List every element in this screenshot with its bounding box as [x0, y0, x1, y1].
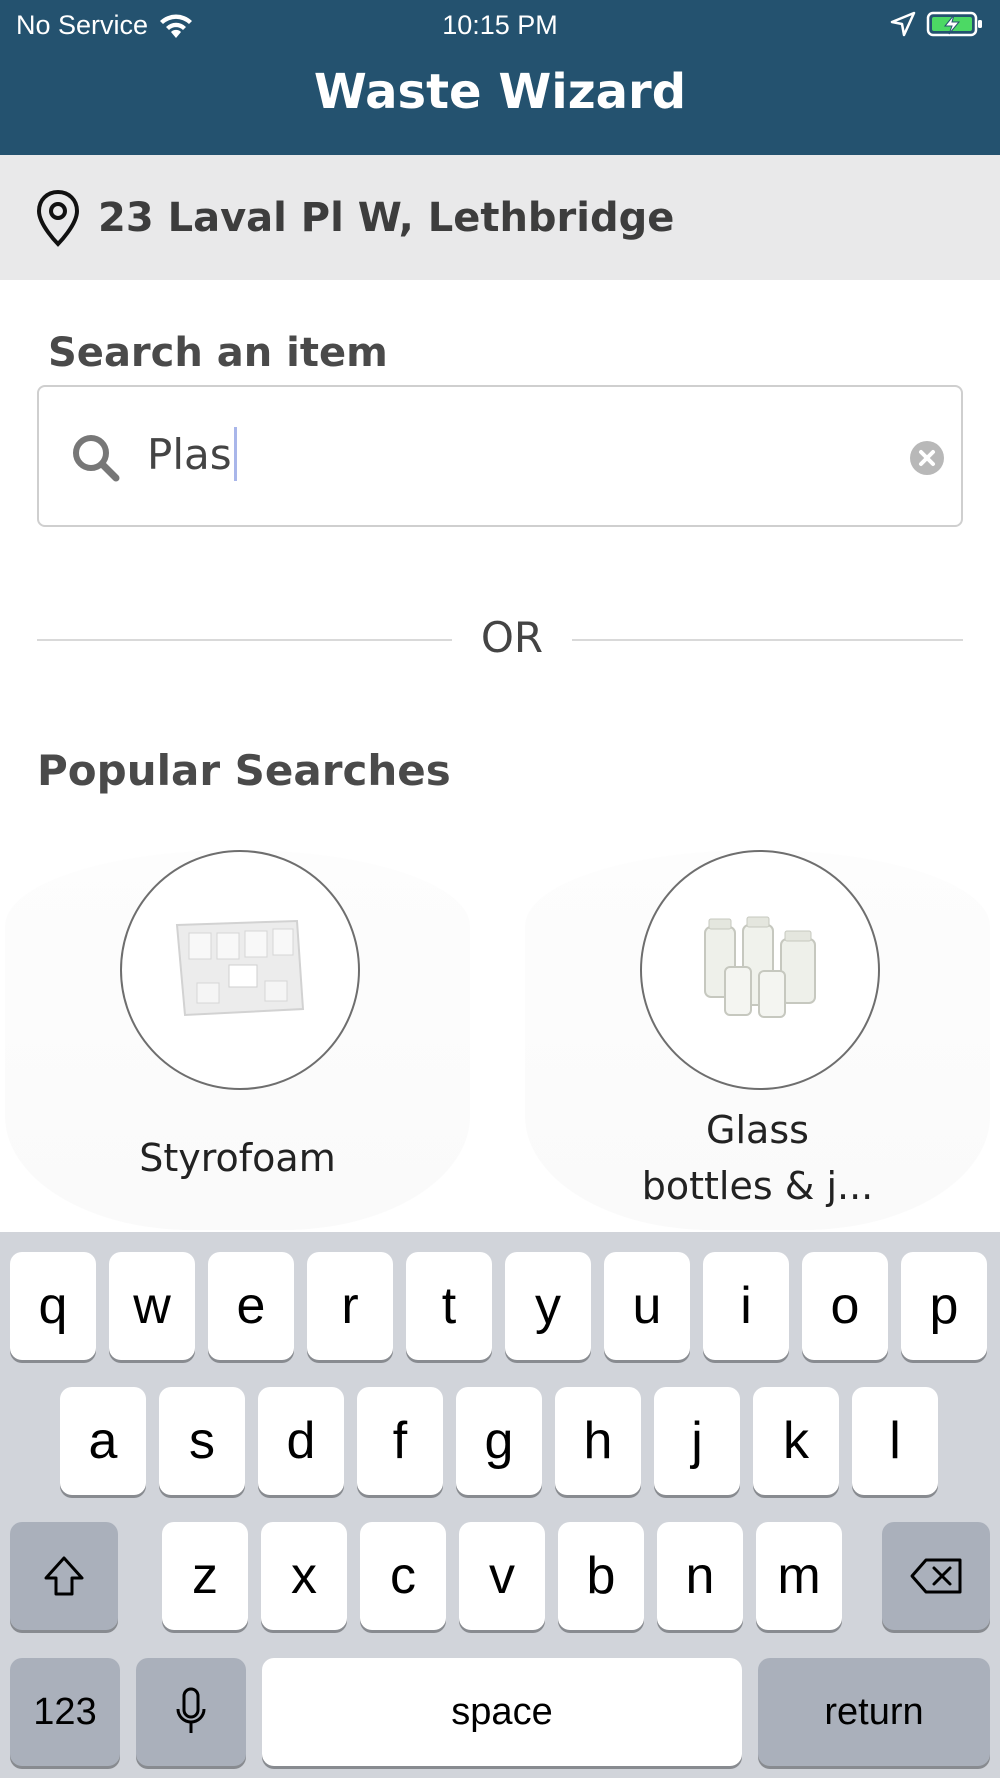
- location-bar[interactable]: 23 Laval Pl W, Lethbridge: [0, 155, 1000, 280]
- key-y[interactable]: y: [505, 1252, 591, 1360]
- return-key[interactable]: return: [758, 1658, 990, 1766]
- key-t[interactable]: t: [406, 1252, 492, 1360]
- popular-item-label-line2: bottles & j...: [641, 1164, 874, 1208]
- shift-key[interactable]: [10, 1522, 118, 1630]
- divider-line-right: [572, 639, 963, 641]
- key-l[interactable]: l: [852, 1387, 938, 1495]
- status-time: 10:15 PM: [442, 10, 558, 40]
- space-key[interactable]: space: [262, 1658, 742, 1766]
- key-q[interactable]: q: [10, 1252, 96, 1360]
- key-r[interactable]: r: [307, 1252, 393, 1360]
- keyboard: qwertyuiop asdfghjkl zxcvbnm 123 space r…: [0, 1232, 1000, 1778]
- key-s[interactable]: s: [159, 1387, 245, 1495]
- backspace-icon: [910, 1558, 962, 1594]
- key-e[interactable]: e: [208, 1252, 294, 1360]
- glass-jars-icon: [687, 897, 833, 1043]
- search-icon: [73, 435, 120, 482]
- key-d[interactable]: d: [258, 1387, 344, 1495]
- map-pin-icon: [36, 189, 80, 247]
- key-o[interactable]: o: [802, 1252, 888, 1360]
- styrofoam-icon: [167, 897, 313, 1043]
- key-v[interactable]: v: [459, 1522, 545, 1630]
- key-w[interactable]: w: [109, 1252, 195, 1360]
- key-j[interactable]: j: [654, 1387, 740, 1495]
- popular-item-image-circle: [640, 850, 880, 1090]
- key-z[interactable]: z: [162, 1522, 248, 1630]
- search-text: Plas: [147, 429, 232, 479]
- key-x[interactable]: x: [261, 1522, 347, 1630]
- search-label: Search an item: [48, 330, 388, 376]
- numbers-key[interactable]: 123: [10, 1658, 120, 1766]
- microphone-key[interactable]: [136, 1658, 246, 1766]
- popular-searches-title: Popular Searches: [37, 746, 451, 795]
- divider-or: OR: [480, 613, 544, 662]
- divider-line-left: [37, 639, 452, 641]
- text-caret: [233, 427, 237, 481]
- search-input[interactable]: Plas: [37, 385, 963, 527]
- location-address: 23 Laval Pl W, Lethbridge: [98, 194, 675, 241]
- shift-icon: [44, 1556, 84, 1596]
- key-u[interactable]: u: [604, 1252, 690, 1360]
- key-c[interactable]: c: [360, 1522, 446, 1630]
- key-n[interactable]: n: [657, 1522, 743, 1630]
- status-right: [890, 10, 984, 38]
- key-i[interactable]: i: [703, 1252, 789, 1360]
- key-h[interactable]: h: [555, 1387, 641, 1495]
- popular-item-label-line1: Glass: [706, 1108, 809, 1152]
- battery-icon: [926, 11, 982, 37]
- app-header: No Service 10:15 PM Waste Wizard: [0, 0, 1000, 155]
- clear-icon[interactable]: [909, 440, 945, 476]
- backspace-key[interactable]: [882, 1522, 990, 1630]
- popular-item-image-circle: [120, 850, 360, 1090]
- key-f[interactable]: f: [357, 1387, 443, 1495]
- key-a[interactable]: a: [60, 1387, 146, 1495]
- popular-item-styrofoam[interactable]: Styrofoam: [5, 850, 470, 1230]
- popular-item-label: Styrofoam: [139, 1136, 336, 1180]
- popular-item-glass-bottles[interactable]: Glass bottles & j...: [525, 850, 990, 1230]
- key-g[interactable]: g: [456, 1387, 542, 1495]
- microphone-icon: [176, 1687, 206, 1733]
- key-m[interactable]: m: [756, 1522, 842, 1630]
- location-arrow-icon: [890, 11, 916, 37]
- app-title: Waste Wizard: [313, 64, 687, 120]
- key-p[interactable]: p: [901, 1252, 987, 1360]
- search-value: Plas: [147, 427, 237, 481]
- key-b[interactable]: b: [558, 1522, 644, 1630]
- key-k[interactable]: k: [753, 1387, 839, 1495]
